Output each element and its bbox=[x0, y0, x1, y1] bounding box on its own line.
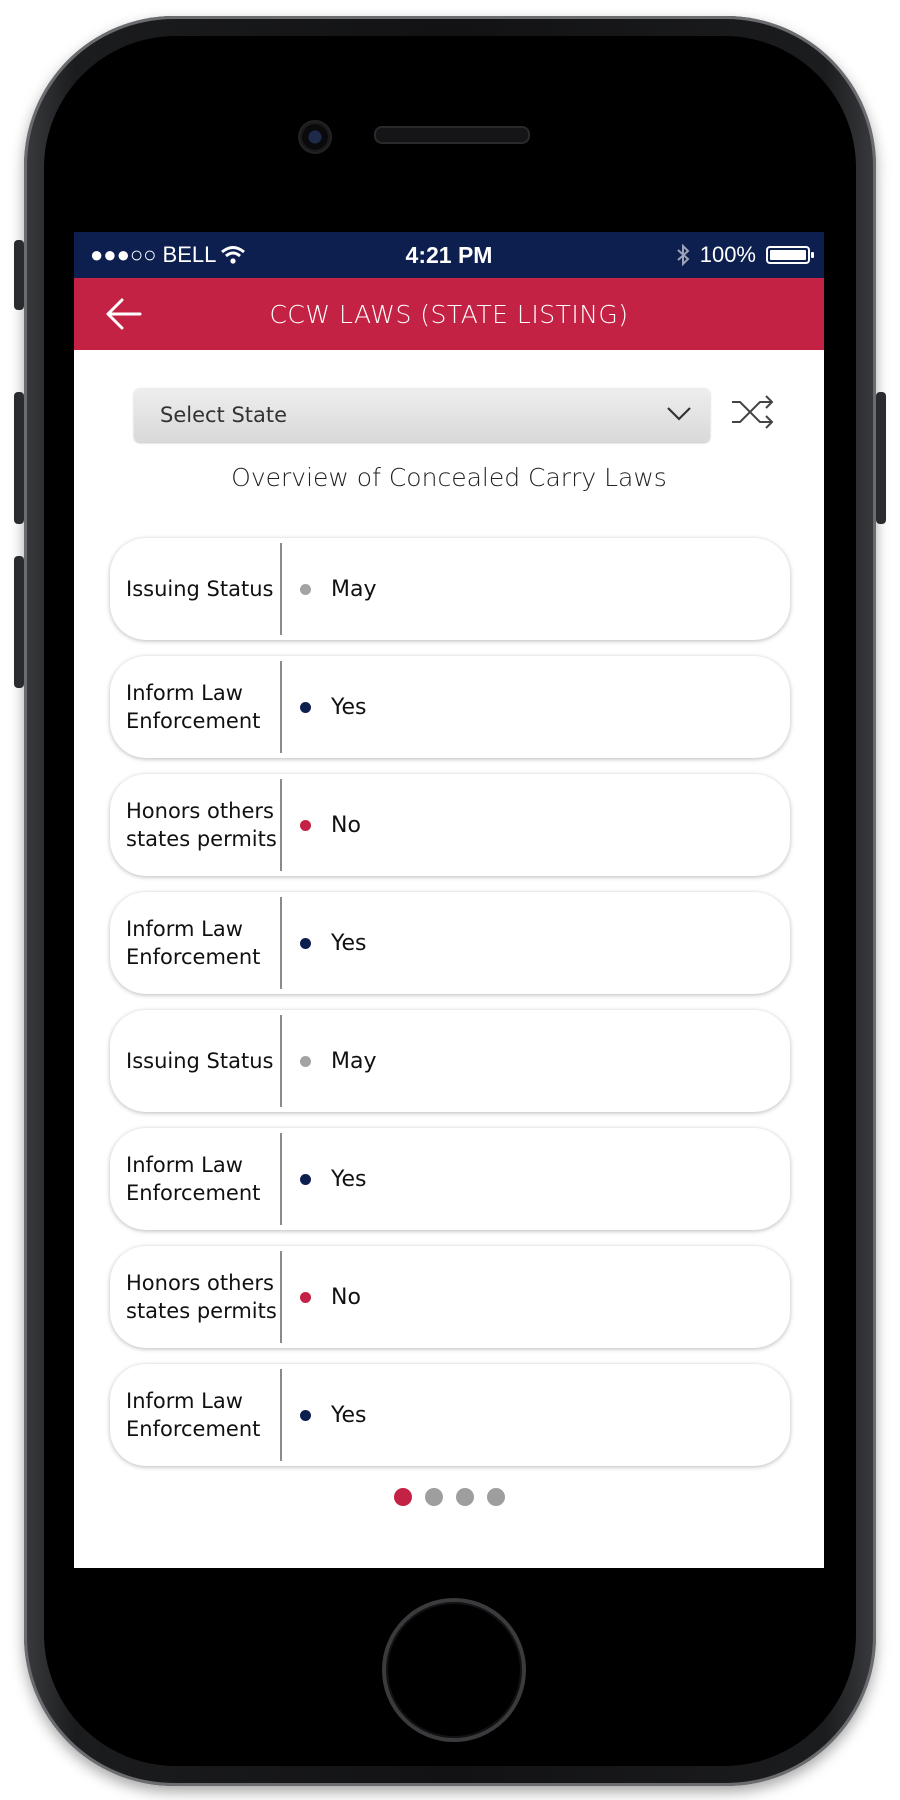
law-card-label: Inform Law Enforcement bbox=[126, 1153, 261, 1205]
law-card-value-wrap: May bbox=[282, 577, 376, 602]
law-card-value: Yes bbox=[331, 930, 367, 956]
law-card[interactable]: Inform Law Enforcement Yes bbox=[110, 892, 790, 994]
law-card-value: No bbox=[331, 812, 361, 838]
law-card-label: Honors others states permits bbox=[126, 1271, 277, 1323]
law-card-label: Inform Law Enforcement bbox=[126, 1389, 261, 1441]
law-card[interactable]: Issuing Status May bbox=[110, 538, 790, 640]
overview-title: Overview of Concealed Carry Laws bbox=[231, 463, 667, 492]
volume-down-button bbox=[14, 556, 24, 688]
shuffle-icon[interactable] bbox=[730, 392, 776, 432]
status-dot-icon bbox=[300, 819, 311, 831]
law-card[interactable]: Inform Law Enforcement Yes bbox=[110, 1128, 790, 1230]
law-card[interactable]: Honors others states permits No bbox=[110, 774, 790, 876]
pager-dot[interactable] bbox=[424, 1488, 443, 1506]
law-card-value: No bbox=[331, 1284, 361, 1310]
law-card-label: Issuing Status bbox=[126, 1049, 274, 1073]
page-indicator bbox=[74, 1488, 824, 1506]
pager-dot[interactable] bbox=[455, 1488, 474, 1506]
status-left: ●●●○○ BELL bbox=[90, 242, 246, 268]
state-select-placeholder: Select State bbox=[160, 403, 288, 427]
power-button bbox=[876, 392, 886, 524]
battery-percentage: 100% bbox=[699, 242, 756, 267]
law-card-value-wrap: Yes bbox=[282, 931, 367, 956]
state-select-dropdown[interactable]: Select State bbox=[134, 388, 710, 442]
speaker-grille bbox=[374, 126, 530, 144]
status-dot-icon bbox=[300, 583, 311, 595]
law-card-value: May bbox=[331, 1048, 377, 1074]
status-dot-icon bbox=[300, 1055, 311, 1067]
pager-dot[interactable] bbox=[486, 1488, 505, 1506]
law-card-label: Issuing Status bbox=[126, 577, 274, 601]
status-right: 100% bbox=[676, 242, 814, 268]
status-dot-icon bbox=[300, 937, 311, 949]
nav-bar: CCW LAWS (STATE LISTING) bbox=[74, 278, 824, 350]
law-card[interactable]: Honors others states permits No bbox=[110, 1246, 790, 1348]
status-dot-icon bbox=[300, 701, 311, 713]
camera-icon bbox=[298, 120, 332, 154]
page-title: CCW LAWS (STATE LISTING) bbox=[269, 299, 629, 329]
law-card[interactable]: Inform Law Enforcement Yes bbox=[110, 1364, 790, 1466]
status-bar: ●●●○○ BELL 4:21 PM 100% bbox=[74, 232, 824, 278]
law-card-label: Inform Law Enforcement bbox=[126, 917, 261, 969]
law-card[interactable]: Issuing Status May bbox=[110, 1010, 790, 1112]
law-cards-list: Issuing Status May Inform Law Enforcement Y… bbox=[110, 538, 790, 1482]
law-card-value-wrap: Yes bbox=[282, 695, 367, 720]
battery-icon bbox=[766, 246, 814, 264]
bluetooth-icon bbox=[677, 243, 690, 267]
law-card-value: Yes bbox=[331, 1402, 367, 1428]
select-row: Select State bbox=[74, 350, 824, 460]
law-card-value-wrap: No bbox=[282, 813, 361, 838]
chevron-down-icon bbox=[667, 407, 691, 421]
status-dot-icon bbox=[300, 1173, 311, 1185]
law-card-value: Yes bbox=[331, 1166, 367, 1192]
law-card-value: Yes bbox=[331, 694, 367, 720]
law-card-value: May bbox=[331, 576, 377, 602]
home-button[interactable] bbox=[382, 1598, 526, 1742]
status-dot-icon bbox=[300, 1409, 311, 1421]
law-card-label: Honors others states permits bbox=[126, 799, 277, 851]
wifi-icon bbox=[221, 246, 246, 264]
law-card-value-wrap: No bbox=[282, 1285, 361, 1310]
law-card-value-wrap: Yes bbox=[282, 1167, 367, 1192]
back-arrow-icon[interactable] bbox=[104, 296, 144, 332]
law-card[interactable]: Inform Law Enforcement Yes bbox=[110, 656, 790, 758]
law-card-value-wrap: May bbox=[282, 1049, 376, 1074]
volume-up-button bbox=[14, 392, 24, 524]
law-card-value-wrap: Yes bbox=[282, 1403, 367, 1428]
silent-switch bbox=[14, 240, 24, 310]
status-dot-icon bbox=[300, 1291, 311, 1303]
carrier-label: ●●●○○ BELL bbox=[90, 242, 217, 267]
law-card-label: Inform Law Enforcement bbox=[126, 681, 261, 733]
pager-dot[interactable] bbox=[393, 1488, 412, 1506]
app-screen: ●●●○○ BELL 4:21 PM 100% CCW LAWS (STATE … bbox=[74, 232, 824, 1568]
